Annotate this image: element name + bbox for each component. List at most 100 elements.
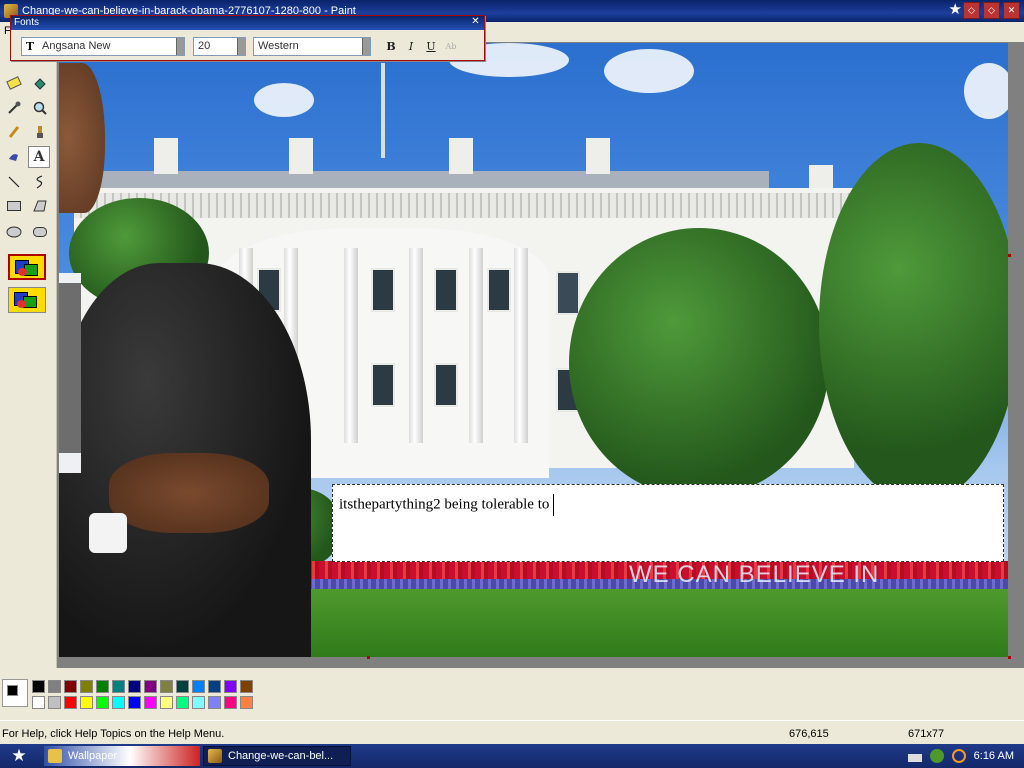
palette-swatch[interactable] — [160, 680, 173, 693]
drawing-canvas[interactable]: WE CAN BELIEVE IN itsthepartything2 bein… — [59, 43, 1008, 657]
palette-swatch[interactable] — [64, 696, 77, 709]
minimize-button[interactable]: ◇ — [963, 2, 980, 19]
palette-swatch[interactable] — [48, 696, 61, 709]
transparent-background-option[interactable] — [8, 287, 46, 313]
palette-swatch[interactable] — [192, 696, 205, 709]
canvas-area[interactable]: WE CAN BELIEVE IN itsthepartything2 bein… — [57, 42, 1024, 668]
maximize-button[interactable]: ◇ — [983, 2, 1000, 19]
italic-button[interactable]: I — [401, 37, 421, 56]
network-icon[interactable] — [929, 749, 944, 763]
font-size-select[interactable]: 20 — [193, 36, 246, 56]
palette-swatch[interactable] — [96, 680, 109, 693]
chimney — [809, 165, 833, 189]
cloud — [604, 49, 694, 93]
palette-swatch[interactable] — [112, 696, 125, 709]
palette-swatch[interactable] — [208, 680, 221, 693]
text-tool-icon[interactable]: A — [28, 146, 50, 168]
text-box-content[interactable]: itsthepartything2 being tolerable to — [339, 494, 555, 516]
palette-swatch[interactable] — [80, 680, 93, 693]
text-box[interactable]: itsthepartything2 being tolerable to — [332, 484, 1004, 562]
chimney — [449, 138, 473, 174]
palette-swatch[interactable] — [144, 680, 157, 693]
palette-swatch[interactable] — [32, 680, 45, 693]
start-button[interactable]: ★ — [0, 744, 38, 768]
vertical-text-button[interactable]: Ab — [441, 37, 461, 56]
palette-swatch[interactable] — [48, 680, 61, 693]
resize-handle-right[interactable] — [1008, 254, 1011, 257]
brush-icon[interactable] — [29, 121, 51, 143]
underline-button[interactable]: U — [421, 37, 441, 56]
palette-swatch[interactable] — [176, 680, 189, 693]
chevron-down-icon[interactable] — [176, 37, 184, 55]
tree — [819, 143, 1008, 503]
typed-text: itsthepartything2 being tolerable to — [339, 496, 550, 513]
fonts-toolbar: Fonts ✕ T Angsana New 20 Western B I U A… — [10, 15, 485, 61]
paint-icon — [208, 749, 222, 763]
color-palette — [0, 668, 1024, 720]
toolbox: A — [0, 42, 57, 668]
palette-swatch[interactable] — [80, 696, 93, 709]
close-button[interactable]: ✕ — [1003, 2, 1020, 19]
fill-bucket-icon[interactable] — [29, 72, 51, 94]
shirt-cuff — [89, 513, 127, 553]
current-colors[interactable] — [2, 679, 28, 707]
palette-swatch[interactable] — [32, 696, 45, 709]
palette-swatch[interactable] — [112, 680, 125, 693]
palette-swatch[interactable] — [160, 696, 173, 709]
slogan-text: WE CAN BELIEVE IN — [629, 561, 880, 588]
chimney — [586, 138, 610, 174]
window — [487, 268, 511, 312]
search-icon[interactable] — [951, 749, 966, 763]
palette-swatch[interactable] — [176, 696, 189, 709]
palette-swatch[interactable] — [240, 696, 253, 709]
fonts-toolbar-header[interactable]: Fonts ✕ — [11, 16, 484, 30]
resize-handle-corner[interactable] — [1008, 656, 1011, 659]
close-icon[interactable]: ✕ — [470, 17, 481, 28]
palette-swatch[interactable] — [192, 680, 205, 693]
font-name-select[interactable]: T Angsana New — [21, 36, 185, 56]
foreground-color[interactable] — [7, 685, 18, 696]
palette-swatch[interactable] — [144, 696, 157, 709]
ellipse-tool-icon[interactable] — [3, 221, 25, 243]
palette-swatch[interactable] — [96, 696, 109, 709]
window — [371, 363, 395, 407]
polygon-tool-icon[interactable] — [29, 195, 51, 217]
opaque-background-option[interactable] — [8, 254, 46, 280]
tie — [59, 283, 81, 453]
palette-swatch[interactable] — [224, 680, 237, 693]
palette-swatch[interactable] — [240, 680, 253, 693]
taskbar-item-paint[interactable]: Change-we-can-bel... — [203, 746, 351, 766]
airbrush-icon[interactable] — [3, 146, 25, 168]
window — [434, 363, 458, 407]
taskbar-item-wallpaper[interactable]: Wallpaper — [44, 746, 200, 766]
chevron-down-icon[interactable] — [362, 37, 370, 55]
star-icon[interactable]: ★ — [949, 2, 962, 18]
line-tool-icon[interactable] — [3, 171, 25, 193]
flagpole — [381, 63, 385, 158]
resize-handle-bottom[interactable] — [367, 656, 370, 659]
portrait — [59, 43, 311, 657]
palette-swatch[interactable] — [128, 680, 141, 693]
rounded-rect-tool-icon[interactable] — [29, 221, 51, 243]
keyboard-icon[interactable] — [907, 754, 922, 762]
rectangle-tool-icon[interactable] — [3, 195, 25, 217]
pencil-icon[interactable] — [3, 121, 25, 143]
color-picker-icon[interactable] — [3, 97, 25, 119]
palette-swatch[interactable] — [224, 696, 237, 709]
font-script-select[interactable]: Western — [253, 36, 371, 56]
truetype-icon: T — [25, 39, 35, 53]
column — [409, 248, 423, 443]
curve-tool-icon[interactable] — [29, 171, 51, 193]
palette-swatch[interactable] — [64, 680, 77, 693]
palette-swatch[interactable] — [128, 696, 141, 709]
font-script-value: Western — [258, 40, 299, 52]
magnifier-icon[interactable] — [29, 97, 51, 119]
column — [344, 248, 358, 443]
chevron-down-icon[interactable] — [237, 37, 245, 55]
clock[interactable]: 6:16 AM — [974, 750, 1014, 762]
window — [556, 271, 580, 315]
bold-button[interactable]: B — [381, 37, 401, 56]
status-coordinates: 676,615 — [789, 728, 829, 740]
palette-swatch[interactable] — [208, 696, 221, 709]
eraser-icon[interactable] — [3, 72, 25, 94]
